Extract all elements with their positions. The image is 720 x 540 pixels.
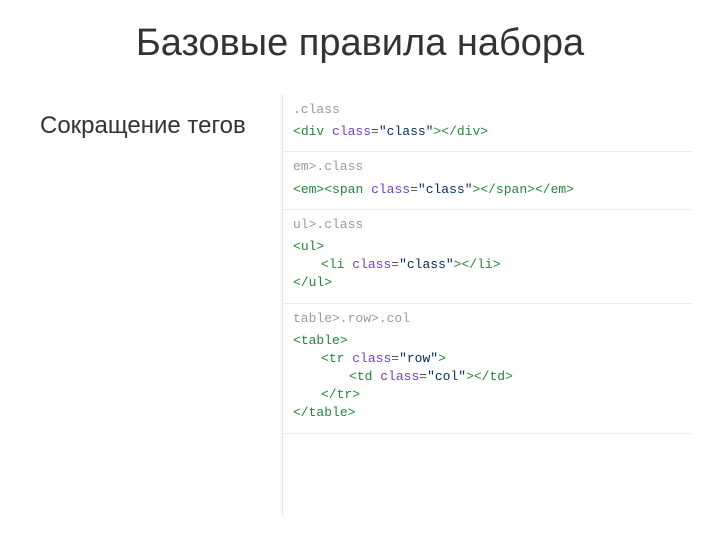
code-line: </ul> (293, 274, 682, 292)
code-group: em>.class <em><span class="class"></span>… (283, 152, 692, 209)
code-line: <table> (293, 332, 682, 350)
code-line: </tr> (293, 386, 682, 404)
code-group: table>.row>.col <table><tr class="row"><t… (283, 304, 692, 434)
code-line: <em><span class="class"></span></em> (293, 181, 682, 199)
slide-subtitle: Сокращение тегов (40, 112, 246, 140)
abbreviation: table>.row>.col (293, 310, 682, 328)
abbreviation: ul>.class (293, 216, 682, 234)
code-line: <tr class="row"> (293, 350, 682, 368)
code-line: <td class="col"></td> (293, 368, 682, 386)
code-panel: .class <div class="class"></div> em>.class… (282, 95, 692, 515)
expansion: <table><tr class="row"><td class="col"><… (293, 332, 682, 423)
abbreviation: em>.class (293, 158, 682, 176)
code-line: <div class="class"></div> (293, 123, 682, 141)
expansion: <em><span class="class"></span></em> (293, 181, 682, 199)
slide: Базовые правила набора Сокращение тегов … (0, 0, 720, 540)
abbreviation: .class (293, 101, 682, 119)
expansion: <ul><li class="class"></li></ul> (293, 238, 682, 293)
code-line: <li class="class"></li> (293, 256, 682, 274)
code-line: <ul> (293, 238, 682, 256)
slide-title: Базовые правила набора (0, 22, 720, 65)
code-line: </table> (293, 404, 682, 422)
expansion: <div class="class"></div> (293, 123, 682, 141)
code-group: ul>.class <ul><li class="class"></li></ul… (283, 210, 692, 304)
code-group: .class <div class="class"></div> (283, 95, 692, 152)
